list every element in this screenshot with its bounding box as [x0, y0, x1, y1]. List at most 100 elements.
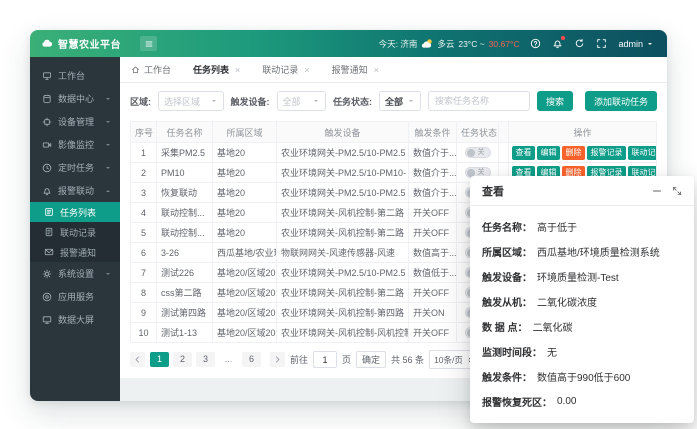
caret-icon [312, 97, 320, 105]
caret-icon [104, 270, 112, 278]
sidebar-item-label: 数据大屏 [58, 313, 94, 326]
weather-cloud-icon [421, 38, 433, 50]
add-linkage-task-button[interactable]: 添加联动任务 [585, 91, 657, 111]
page-buttons: 123...6 [150, 352, 265, 367]
cell-trigger-device: 农业环境网关-PM2.5/10-PM10- [277, 163, 409, 183]
help-icon[interactable] [530, 38, 541, 49]
page-button[interactable]: 3 [196, 352, 215, 367]
column-header: 触发条件 [409, 122, 457, 143]
confirm-page-button[interactable]: 确定 [356, 351, 386, 368]
row-alarm-records-button[interactable]: 报警记录 [587, 146, 626, 160]
dialog-field: 报警恢复死区：0.00 [482, 389, 682, 414]
task-status-toggle[interactable]: 关 [465, 147, 491, 158]
dialog-header: 查看 [470, 176, 694, 206]
tab-close-icon[interactable]: × [235, 65, 240, 75]
app-header: 智慧农业平台 今天: 济南 多云 23°C ~ 30.67°C admin [30, 30, 667, 57]
field-label: 触发条件： [482, 369, 532, 384]
cell-region: 基地20 [213, 223, 277, 243]
sidebar-item-data-screen[interactable]: 数据大屏 [30, 308, 120, 331]
column-header: 所属区域 [213, 122, 277, 143]
tab-close-icon[interactable]: × [374, 65, 379, 75]
hamburger-icon [144, 39, 154, 49]
dialog-body: 任务名称：高于低于所属区域：西瓜基地/环境质量检测系统触发设备：环境质量检测-T… [470, 206, 694, 414]
region-select[interactable]: 选择区域 [158, 91, 224, 111]
tab-alarm-notification[interactable]: 报警通知× [321, 57, 390, 82]
dialog-field: 触发设备：环境质量检测-Test [482, 264, 682, 289]
sidebar-subitem-alarm-notification[interactable]: 报警通知 [30, 242, 120, 262]
cell-task-name: 测试第四路 [157, 303, 213, 323]
sidebar-subitem-linkage-records[interactable]: 联动记录 [30, 222, 120, 242]
tab-workbench[interactable]: 工作台 [120, 57, 182, 82]
chevron-down-icon [210, 97, 218, 105]
tab-close-icon[interactable]: × [304, 65, 309, 75]
row-delete-button[interactable]: 删除 [562, 146, 585, 160]
notification-badge [561, 36, 565, 40]
page-button[interactable]: 2 [173, 352, 192, 367]
cell-index: 7 [131, 263, 157, 283]
goto-page-input[interactable] [313, 351, 337, 368]
header-right: 今天: 济南 多云 23°C ~ 30.67°C admin [379, 38, 667, 50]
sidebar-item-workbench[interactable]: 工作台 [30, 64, 120, 87]
tab-linkage-records[interactable]: 联动记录 × [251, 57, 320, 82]
row-edit-button[interactable]: 编辑 [537, 146, 560, 160]
row-view-button[interactable]: 查看 [512, 146, 535, 160]
chevr-icon [273, 355, 282, 364]
cell-region: 基地20 [213, 203, 277, 223]
sidebar-item-scheduled-tasks[interactable]: 定时任务 [30, 156, 120, 179]
expand-icon[interactable] [672, 186, 682, 196]
cell-spacer [499, 143, 509, 163]
search-button[interactable]: 搜索 [537, 91, 573, 111]
sidebar-item-label: 设备管理 [58, 115, 94, 128]
chevron-down-icon [312, 97, 320, 105]
database-icon [42, 94, 52, 104]
page-button[interactable]: 6 [242, 352, 261, 367]
cell-region: 基地20/区域20 [213, 303, 277, 323]
task-status-select[interactable]: 全部 [379, 91, 421, 111]
sidebar-item-data-center[interactable]: 数据中心 [30, 87, 120, 110]
cell-trigger-condition: 数值介于... [409, 163, 457, 183]
row-linkage-records-button[interactable]: 联动记录 [628, 146, 657, 160]
chevron-down-icon [104, 141, 112, 149]
field-value: 无 [547, 344, 557, 359]
page-button[interactable]: 1 [150, 352, 169, 367]
cell-index: 1 [131, 143, 157, 163]
fullscreen-icon[interactable] [596, 38, 607, 49]
camera-icon [42, 140, 52, 150]
dialog-field: 任务名称：高于低于 [482, 214, 682, 239]
trigger-device-select[interactable]: 全部 [277, 91, 326, 111]
caret-icon [104, 141, 112, 149]
sidebar-item-alarm-linkage[interactable]: 报警联动 [30, 179, 120, 202]
sidebar-item-label: 应用服务 [58, 290, 94, 303]
view-dialog: 查看 任务名称：高于低于所属区域：西瓜基地/环境质量检测系统触发设备：环境质量检… [470, 176, 694, 423]
goto-label: 前往 [290, 353, 308, 366]
caret-icon [104, 118, 112, 126]
prev-page-button[interactable] [130, 352, 145, 367]
cell-task-name: 3-26 [157, 243, 213, 263]
list-icon [44, 207, 54, 217]
minimize-icon[interactable] [651, 185, 663, 197]
sidebar-item-label: 报警联动 [58, 184, 94, 197]
field-label: 监测时间段： [482, 344, 542, 359]
notifications-bell-icon[interactable] [552, 38, 563, 49]
sidebar-subitem-task-list[interactable]: 任务列表 [30, 202, 120, 222]
sidebar-item-system-settings[interactable]: 系统设置 [30, 262, 120, 285]
region-label: 区域: [130, 95, 151, 108]
field-value: 0.00 [557, 396, 576, 407]
next-page-button[interactable] [270, 352, 285, 367]
tab-task-list[interactable]: 任务列表× [182, 57, 251, 82]
refresh-icon[interactable] [574, 38, 585, 49]
sidebar-collapse-button[interactable] [140, 36, 157, 51]
task-name-search-input[interactable] [428, 91, 530, 111]
sidebar-item-video-monitoring[interactable]: 影像监控 [30, 133, 120, 156]
cell-task-name: PM10 [157, 163, 213, 183]
cell-index: 6 [131, 243, 157, 263]
clock-icon [42, 163, 52, 173]
sidebar-item-device-management[interactable]: 设备管理 [30, 110, 120, 133]
cell-trigger-condition: 开关OFF [409, 323, 457, 343]
tab-label: 联动记录 [262, 63, 298, 76]
gear-icon [42, 269, 52, 279]
user-menu[interactable]: admin [618, 39, 654, 49]
chevron-up-icon [104, 187, 112, 195]
app-title: 智慧农业平台 [58, 36, 121, 51]
sidebar-item-app-services[interactable]: 应用服务 [30, 285, 120, 308]
